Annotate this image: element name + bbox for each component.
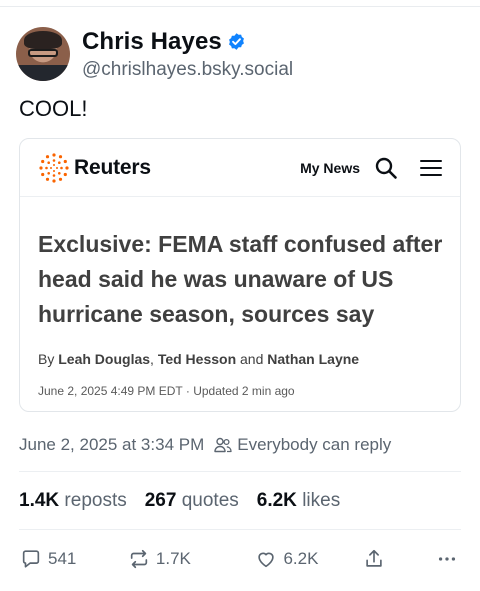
- like-icon: [258, 552, 275, 568]
- top-divider: [0, 6, 480, 7]
- like-count: 6.2K: [283, 549, 319, 568]
- share-icon: [366, 549, 383, 567]
- my-news-link: My News: [300, 159, 360, 176]
- article-dateline: June 2, 2025 4:49 PM EDT · Updated 2 min…: [38, 384, 295, 398]
- more-icon: [438, 557, 456, 561]
- post-timestamp[interactable]: June 2, 2025 at 3:34 PM: [19, 435, 204, 455]
- reply-setting: Everybody can reply: [237, 435, 392, 454]
- reuters-nav-bar: Reuters My News: [20, 139, 460, 197]
- reply-button[interactable]: 541: [20, 548, 128, 570]
- byline-author: Nathan Layne: [267, 351, 360, 367]
- reuters-brand-label: Reuters: [74, 155, 151, 179]
- repost-button[interactable]: 1.7K: [128, 548, 256, 570]
- search-icon: [375, 157, 397, 179]
- byline-author: Leah Douglas: [58, 351, 151, 367]
- menu-icon: [420, 159, 442, 176]
- more-options-button[interactable]: [436, 548, 464, 570]
- author-display-name[interactable]: Chris Hayes: [82, 28, 222, 56]
- reposts-stat[interactable]: 1.4K reposts: [19, 490, 127, 512]
- reply-icon: [22, 550, 40, 568]
- quotes-stat[interactable]: 267 quotes: [145, 490, 239, 512]
- article-headline: Exclusive: FEMA staff confused after hea…: [38, 231, 443, 327]
- engagement-stats: 1.4K reposts 267 quotes 6.2K likes: [19, 490, 340, 512]
- like-button[interactable]: 6.2K: [255, 548, 363, 570]
- divider: [19, 471, 461, 472]
- divider: [19, 529, 461, 530]
- author-handle[interactable]: @chrislhayes.bsky.social: [82, 59, 293, 81]
- repost-count: 1.7K: [155, 549, 191, 568]
- byline-author: Ted Hesson: [157, 351, 237, 367]
- post-text: COOL!: [19, 96, 88, 121]
- article-byline: By Leah Douglas, Ted Hesson and Nathan L…: [38, 351, 360, 367]
- link-card[interactable]: Reuters My News Exclusive: FEMA staff co…: [19, 138, 461, 412]
- share-button[interactable]: [363, 548, 436, 570]
- action-bar: 541 1.7K 6.2K: [20, 544, 464, 574]
- author-names: Chris Hayes @chrislhayes.bsky.social: [82, 28, 293, 81]
- likes-stat[interactable]: 6.2K likes: [257, 490, 340, 512]
- avatar[interactable]: [16, 27, 70, 81]
- people-icon: [214, 437, 232, 453]
- post-meta: June 2, 2025 at 3:34 PM Everybody can re…: [19, 435, 391, 455]
- repost-icon: [130, 549, 148, 569]
- reply-count: 541: [48, 549, 77, 568]
- post-header: Chris Hayes @chrislhayes.bsky.social: [16, 26, 293, 82]
- reuters-logo-icon: [39, 152, 69, 183]
- verified-icon: [228, 33, 244, 50]
